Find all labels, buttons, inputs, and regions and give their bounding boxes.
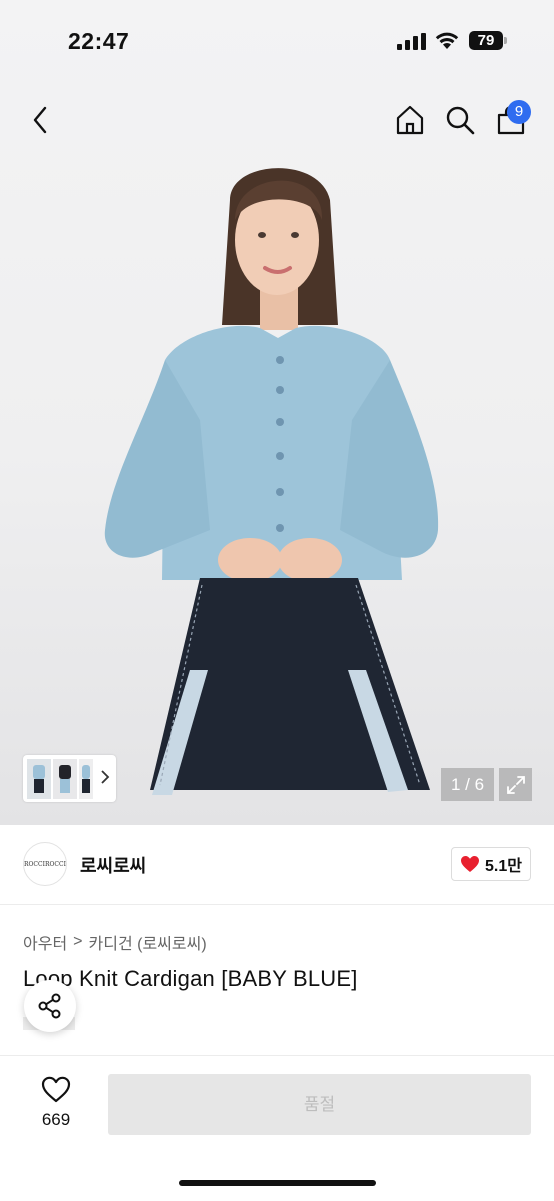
search-icon — [446, 106, 475, 135]
brand-logo[interactable]: ROCCIROCCI — [23, 842, 67, 886]
share-button[interactable] — [24, 980, 76, 1032]
cart-count-badge: 9 — [507, 100, 531, 124]
cell-signal-icon — [397, 33, 426, 50]
wifi-icon — [435, 32, 459, 49]
status-time: 22:47 — [68, 28, 130, 54]
home-button[interactable] — [392, 102, 428, 138]
home-icon — [396, 105, 424, 135]
breadcrumb-separator: > — [73, 933, 83, 950]
back-button[interactable] — [22, 102, 58, 138]
brand-row: ROCCIROCCI 로씨로씨 5.1만 — [0, 826, 554, 905]
brand-like-button[interactable]: 5.1만 — [451, 847, 531, 881]
thumbnail-3[interactable] — [79, 758, 93, 799]
home-indicator — [179, 1180, 376, 1186]
sold-out-button[interactable]: 품절 — [108, 1074, 531, 1135]
thumbnail-2[interactable] — [53, 758, 77, 799]
brand-like-count: 5.1만 — [485, 858, 522, 875]
image-counter: 1 / 6 — [441, 768, 494, 801]
wishlist-button[interactable]: 669 — [30, 1076, 82, 1134]
battery-level: 79 — [469, 31, 503, 50]
breadcrumb-category[interactable]: 아우터 — [23, 930, 67, 954]
expand-icon — [506, 775, 525, 794]
thumbnail-1[interactable] — [27, 758, 51, 799]
battery-nub — [504, 37, 507, 44]
wishlist-count: 669 — [41, 1110, 71, 1129]
thumbnail-strip[interactable] — [23, 755, 116, 802]
status-bar: 22:47 79 — [0, 0, 554, 80]
product-title: Loop Knit Cardigan [BABY BLUE] — [23, 966, 358, 991]
breadcrumb-subcategory[interactable]: 카디건 (로씨로씨) — [89, 930, 207, 954]
fullscreen-button[interactable] — [499, 768, 532, 801]
breadcrumb: 아우터 > 카디건 (로씨로씨) — [23, 930, 207, 954]
product-gallery[interactable]: 22:47 79 9 1 / 6 — [0, 0, 554, 825]
search-button[interactable] — [442, 102, 478, 138]
heart-filled-icon — [461, 856, 480, 872]
brand-logo-text: ROCCIROCCI — [24, 860, 66, 868]
chevron-left-icon — [33, 106, 47, 134]
heart-outline-icon — [41, 1076, 71, 1103]
share-icon — [38, 993, 61, 1019]
chevron-right-icon — [101, 770, 110, 784]
product-photo — [104, 168, 439, 795]
brand-name[interactable]: 로씨로씨 — [80, 852, 146, 878]
